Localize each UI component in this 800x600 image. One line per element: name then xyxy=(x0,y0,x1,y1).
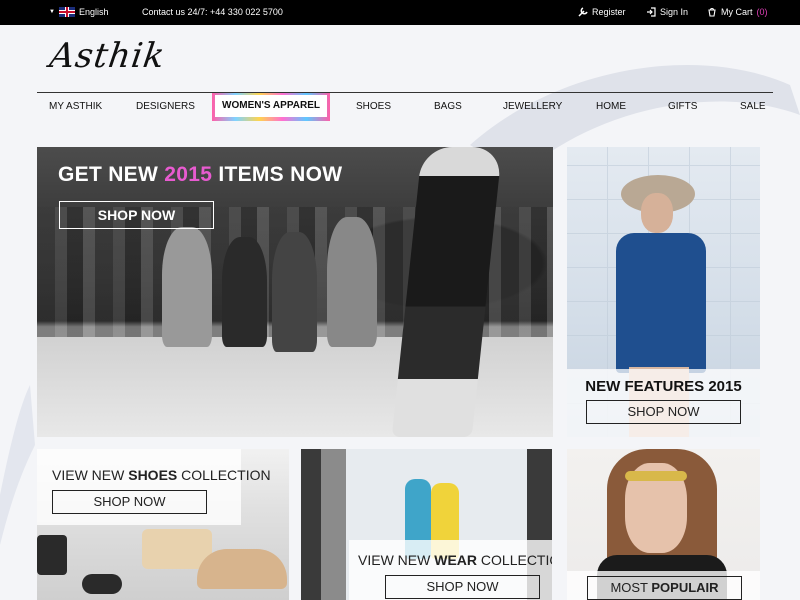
cart-link[interactable]: My Cart (0) xyxy=(707,7,768,17)
nav-item-sale[interactable]: SALE xyxy=(740,93,766,121)
hero-title-prefix: GET NEW xyxy=(58,163,159,186)
cart-label: My Cart xyxy=(721,7,753,17)
shoes-collection-tile[interactable]: VIEW NEW SHOES COLLECTION SHOP NOW xyxy=(37,449,289,600)
shoes-title-bold: SHOES xyxy=(128,467,178,483)
most-popular-button[interactable]: MOST POPULAIR xyxy=(587,576,742,600)
most-popular-tile[interactable]: MOST POPULAIR xyxy=(567,449,760,600)
brand-logo[interactable]: Asthik xyxy=(47,36,168,76)
nav-item-shoes[interactable]: SHOES xyxy=(356,93,391,121)
wear-title: VIEW NEW WEAR COLLECTION xyxy=(358,552,552,568)
new-features-tile[interactable]: NEW FEATURES 2015 SHOP NOW xyxy=(567,147,760,437)
cart-count: (0) xyxy=(756,7,768,17)
nav-item-gifts[interactable]: GIFTS xyxy=(668,93,697,121)
nav-item-home[interactable]: HOME xyxy=(596,93,626,121)
hero-shop-now-button[interactable]: SHOP NOW xyxy=(59,201,214,229)
hero-title-suffix: ITEMS NOW xyxy=(218,163,343,186)
contact-info: Contact us 24/7: +44 330 022 5700 xyxy=(142,7,283,17)
hero-photo-person xyxy=(272,232,317,352)
wear-title-bold: WEAR xyxy=(434,552,478,568)
shoes-photo-bag-dark xyxy=(37,535,67,575)
popular-title-bold: POPULAIR xyxy=(651,580,719,595)
shoes-photo-shoe xyxy=(82,574,122,594)
feature-photo-shirt xyxy=(616,233,706,373)
wear-shop-now-button[interactable]: SHOP NOW xyxy=(385,575,540,599)
wear-caption: VIEW NEW WEAR COLLECTION SHOP NOW xyxy=(349,540,552,600)
cart-icon xyxy=(708,8,716,17)
wear-title-prefix: VIEW NEW xyxy=(358,552,431,568)
hero-banner[interactable]: GET NEW 2015 ITEMS NOW SHOP NOW xyxy=(37,147,553,437)
register-link[interactable]: Register xyxy=(578,7,626,17)
hero-photo-person xyxy=(222,237,267,347)
caret-down-icon: ▼ xyxy=(49,9,55,15)
shoes-title-suffix: COLLECTION xyxy=(181,467,271,483)
nav-item-my-asthik[interactable]: MY ASTHIK xyxy=(49,93,102,121)
hero-photo-person xyxy=(327,217,377,347)
language-selector[interactable]: ▼ English xyxy=(49,7,108,17)
hero-photo-person xyxy=(162,227,212,347)
nav-item-jewellery[interactable]: JEWELLERY xyxy=(503,93,562,121)
nav-item-womens-apparel-label: WOMEN'S APPAREL xyxy=(215,95,327,117)
sign-in-label: Sign In xyxy=(660,7,689,17)
wear-title-suffix: COLLECTION xyxy=(480,552,552,568)
shoes-shop-now-button[interactable]: SHOP NOW xyxy=(52,490,207,514)
shoes-title-prefix: VIEW NEW xyxy=(52,467,125,483)
hero-title-highlight: 2015 xyxy=(164,163,213,186)
nav-item-womens-apparel[interactable]: WOMEN'S APPAREL xyxy=(212,93,330,121)
language-label: English xyxy=(78,7,109,17)
sign-in-link[interactable]: Sign In xyxy=(646,7,688,17)
popular-photo-gold-makeup xyxy=(625,471,687,481)
register-label: Register xyxy=(592,7,626,17)
shoes-caption: VIEW NEW SHOES COLLECTION SHOP NOW xyxy=(37,449,271,525)
feature-caption: NEW FEATURES 2015 SHOP NOW xyxy=(567,369,760,437)
popular-title-prefix: MOST xyxy=(610,580,648,595)
wrench-icon xyxy=(578,7,588,17)
wear-collection-tile[interactable]: VIEW NEW WEAR COLLECTION SHOP NOW xyxy=(301,449,552,600)
nav-item-bags[interactable]: BAGS xyxy=(434,93,462,121)
shoes-title: VIEW NEW SHOES COLLECTION xyxy=(52,467,271,483)
nav-item-designers[interactable]: DESIGNERS xyxy=(136,93,195,121)
feature-photo-face xyxy=(641,193,673,233)
hero-title: GET NEW 2015 ITEMS NOW xyxy=(58,163,342,187)
feature-title: NEW FEATURES 2015 xyxy=(585,378,742,395)
feature-shop-now-button[interactable]: SHOP NOW xyxy=(586,400,741,424)
main-nav: MY ASTHIK DESIGNERS WOMEN'S APPAREL SHOE… xyxy=(37,93,773,121)
hero-photo-model xyxy=(391,147,503,437)
sign-in-icon xyxy=(647,7,656,17)
uk-flag-icon xyxy=(58,7,75,17)
top-bar: ▼ English Contact us 24/7: +44 330 022 5… xyxy=(0,0,800,25)
shoes-photo-sandal xyxy=(197,549,287,589)
